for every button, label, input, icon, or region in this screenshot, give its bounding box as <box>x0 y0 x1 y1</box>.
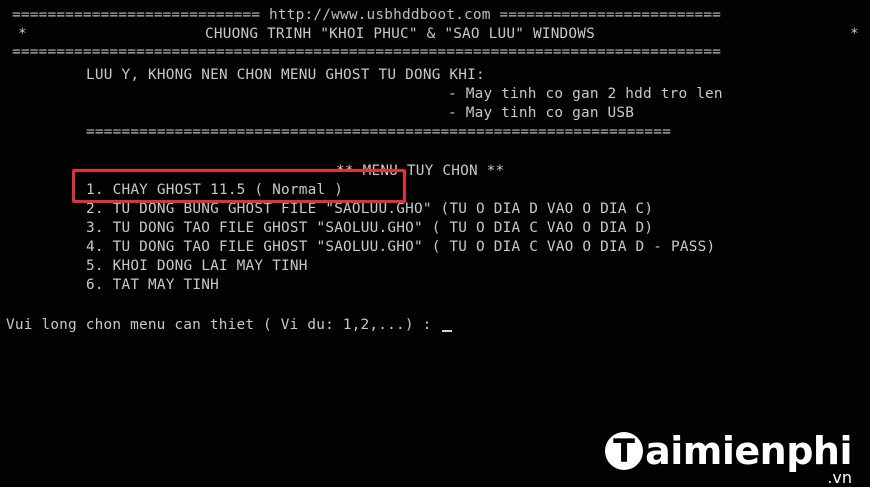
header-top-rule: ============================ http://www.… <box>12 7 722 23</box>
header-left-marker: * <box>18 26 27 42</box>
text-cursor <box>442 330 453 332</box>
menu-item-4[interactable]: 4. TU DONG TAO FILE GHOST "SAOLUU.GHO" (… <box>86 238 715 256</box>
menu-item-5[interactable]: 5. KHOI DONG LAI MAY TINH <box>86 257 308 275</box>
watermark-text: aimienphi <box>645 429 852 473</box>
watermark-logo: Taimienphi .vn <box>605 429 852 487</box>
warning-heading: LUU Y, KHONG NEN CHON MENU GHOST TU DONG… <box>86 67 485 83</box>
warning-item: - May tinh co gan 2 hdd tro len <box>448 86 723 102</box>
menu-item-3[interactable]: 3. TU DONG TAO FILE GHOST "SAOLUU.GHO" (… <box>86 219 653 237</box>
watermark-domain: .vn <box>827 468 852 487</box>
prompt-text: Vui long chon menu can thiet ( Vi du: 1,… <box>6 317 441 333</box>
menu-item-6[interactable]: 6. TAT MAY TINH <box>86 276 219 294</box>
page-title: CHUONG TRINH "KHOI PHUC" & "SAO LUU" WIN… <box>205 26 596 42</box>
highlight-frame <box>72 169 406 203</box>
header-right-marker: * <box>850 26 859 42</box>
header-bottom-rule: ========================================… <box>12 44 722 60</box>
input-prompt[interactable]: Vui long chon menu can thiet ( Vi du: 1,… <box>6 316 453 334</box>
watermark-letter-icon: T <box>605 432 644 470</box>
warning-item: - May tinh co gan USB <box>448 105 635 121</box>
warning-rule: ========================================… <box>86 124 672 140</box>
console-screen: ============================ http://www.… <box>0 0 870 487</box>
